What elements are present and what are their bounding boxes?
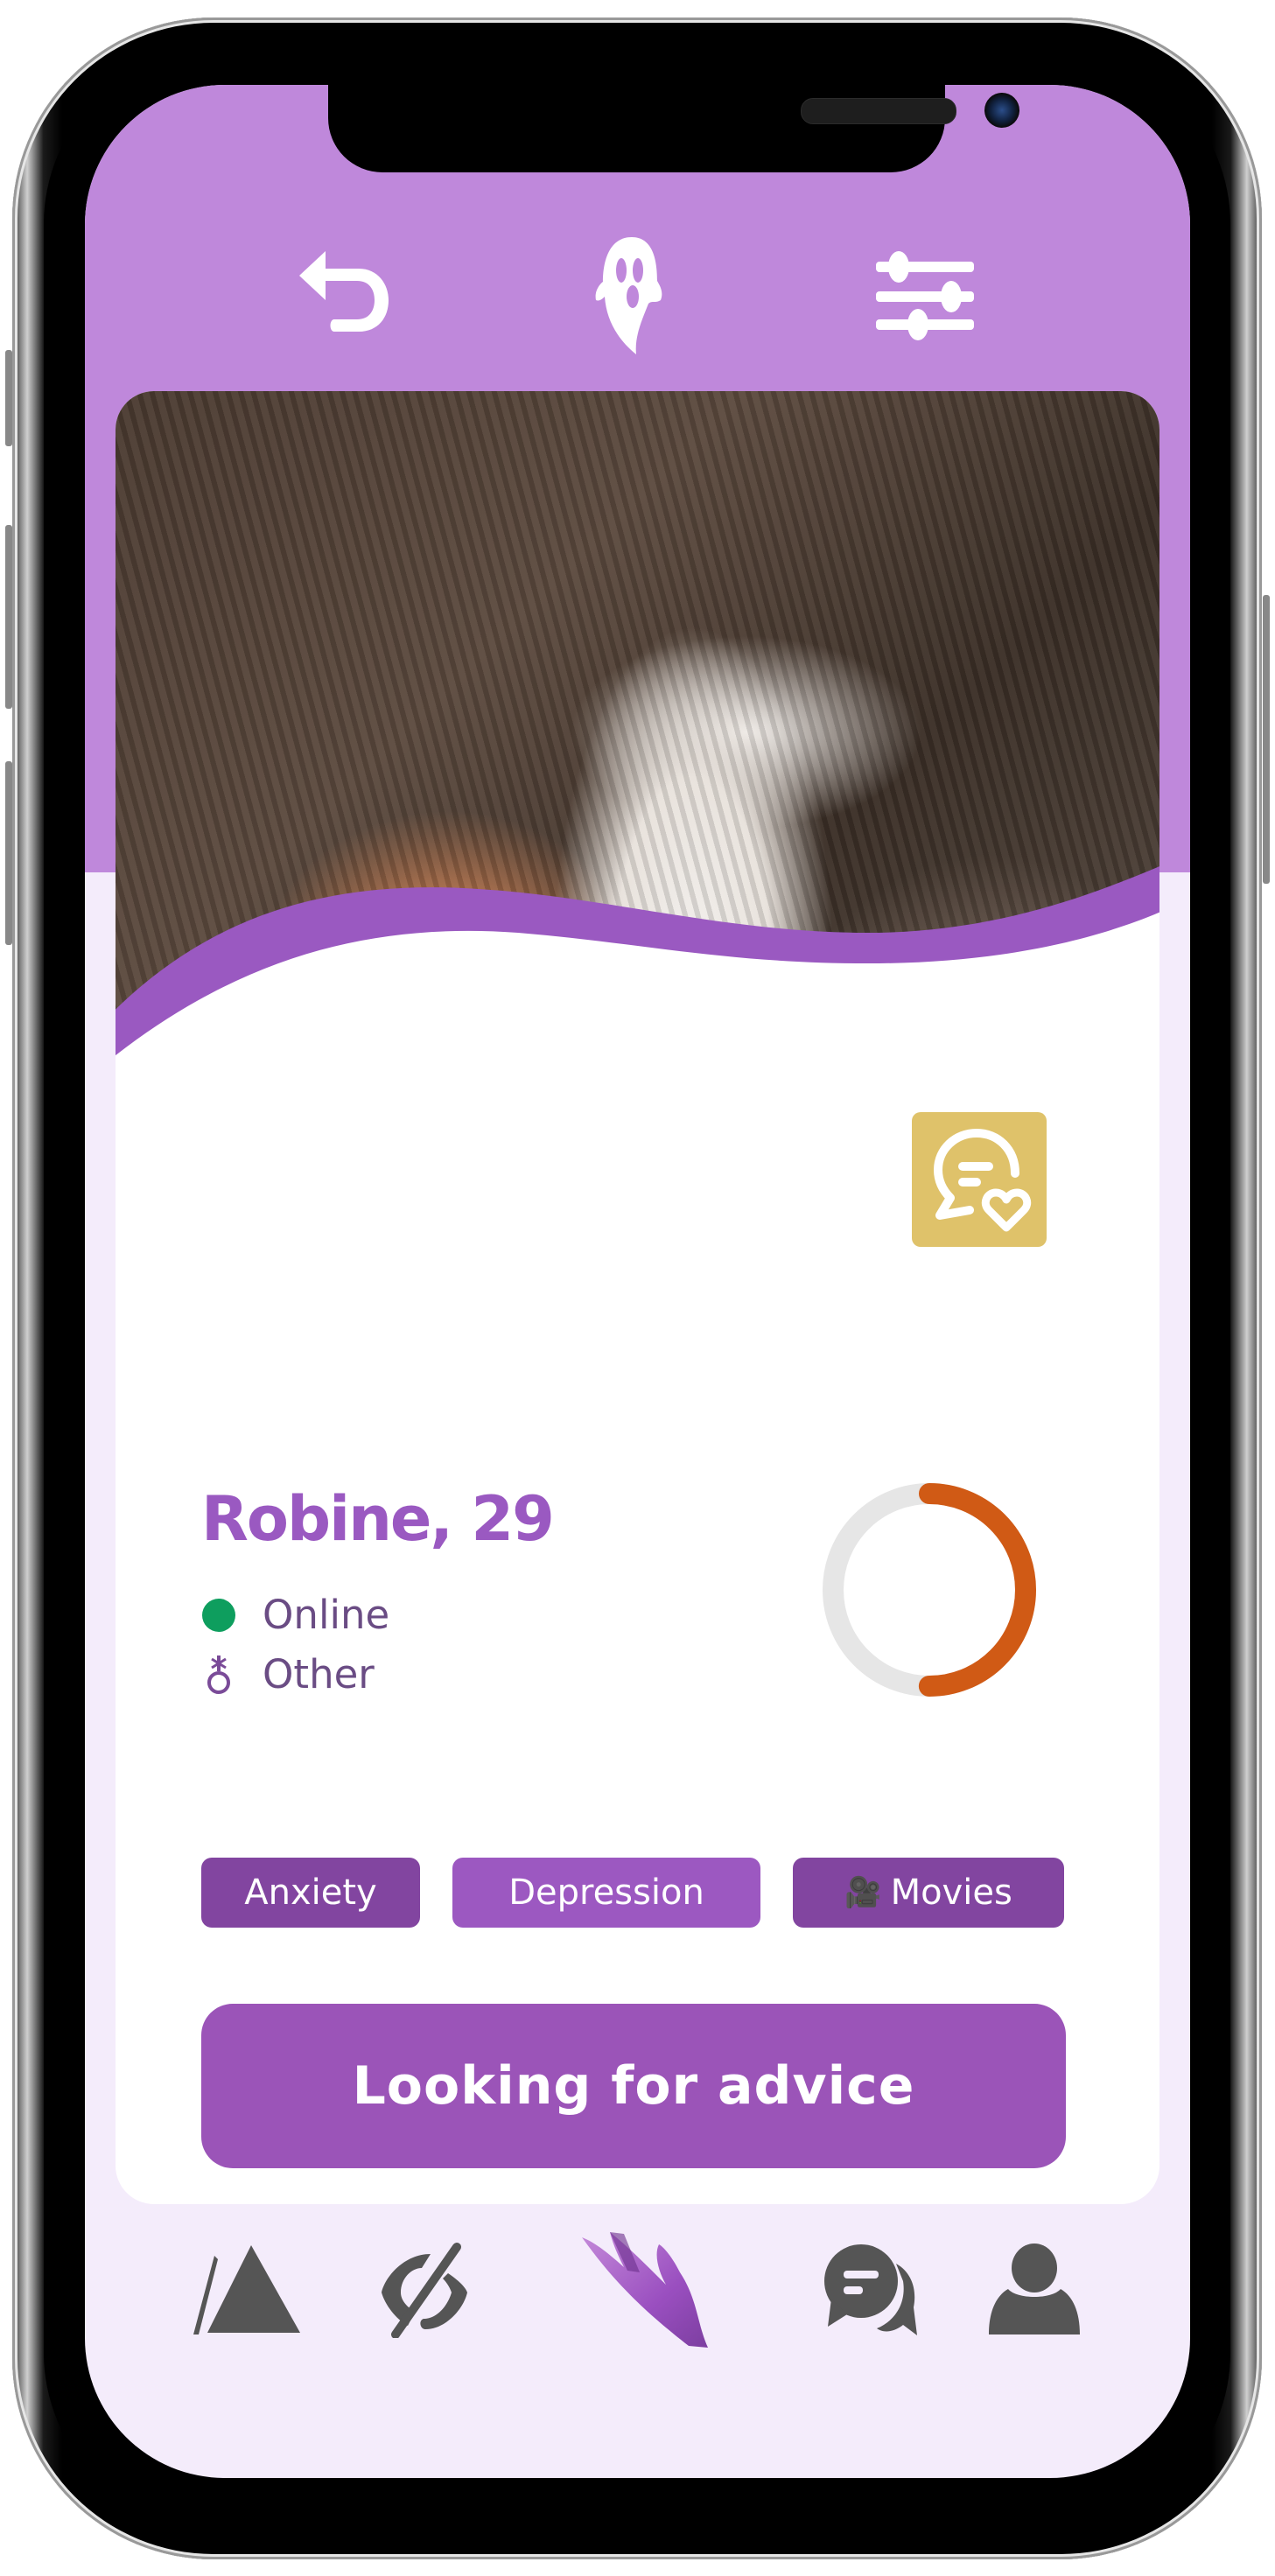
side-button-mute <box>5 350 12 446</box>
ghost-icon <box>595 237 662 354</box>
match-ring <box>823 1483 1036 1697</box>
user-icon <box>989 2244 1080 2334</box>
nav-help[interactable] <box>571 2211 728 2369</box>
nav-profile[interactable] <box>969 2211 1100 2369</box>
gender-label: Other <box>263 1651 375 1698</box>
side-button-volume-down <box>5 761 12 945</box>
app-screen: Robine, 29 Online Other Anxiety Depressi… <box>85 85 1190 2478</box>
looking-for-advice-button[interactable]: Looking for advice <box>201 2004 1066 2168</box>
tag-anxiety[interactable]: Anxiety <box>201 1858 420 1928</box>
side-button-power <box>1263 595 1270 884</box>
gender-row: Other <box>201 1651 375 1698</box>
tag-depression[interactable]: Depression <box>452 1858 760 1928</box>
movie-camera-icon: 🎥 <box>844 1875 882 1910</box>
chat-bubbles-icon <box>824 2244 917 2335</box>
front-camera <box>984 93 1019 128</box>
undo-arrow-icon <box>299 251 389 332</box>
tag-label: Depression <box>508 1872 704 1913</box>
online-dot-icon <box>202 1598 235 1632</box>
tag-label: Movies <box>890 1872 1012 1913</box>
filter-button[interactable] <box>872 242 977 347</box>
nav-hidden[interactable] <box>361 2211 492 2369</box>
wave-divider <box>116 866 1159 1450</box>
profile-photo <box>116 391 1159 1450</box>
speaker-grille <box>801 98 956 124</box>
bottom-nav <box>85 2211 1190 2386</box>
notch <box>328 85 1019 172</box>
profile-name-age: Robine, 29 <box>201 1483 555 1555</box>
nav-messages[interactable] <box>807 2211 938 2369</box>
eye-slash-icon <box>382 2243 467 2338</box>
side-button-volume-up <box>5 525 12 709</box>
triangle-icon <box>193 2245 300 2334</box>
tag-label: Anxiety <box>244 1872 377 1913</box>
chat-like-button[interactable] <box>912 1112 1047 1247</box>
sliders-icon <box>876 251 974 340</box>
tag-list: Anxiety Depression 🎥 Movies <box>201 1858 1066 1928</box>
back-button[interactable] <box>291 242 396 347</box>
status-label: Online <box>263 1592 390 1638</box>
chat-heart-icon <box>934 1129 1032 1232</box>
ghost-mode-button[interactable] <box>584 234 680 356</box>
profile-card[interactable]: Robine, 29 Online Other Anxiety Depressi… <box>116 391 1159 2204</box>
nav-discover[interactable] <box>181 2211 312 2369</box>
tag-movies[interactable]: 🎥 Movies <box>793 1858 1064 1928</box>
gender-other-icon <box>207 1655 230 1694</box>
hand-icon <box>582 2232 708 2348</box>
status-online: Online <box>201 1592 389 1638</box>
